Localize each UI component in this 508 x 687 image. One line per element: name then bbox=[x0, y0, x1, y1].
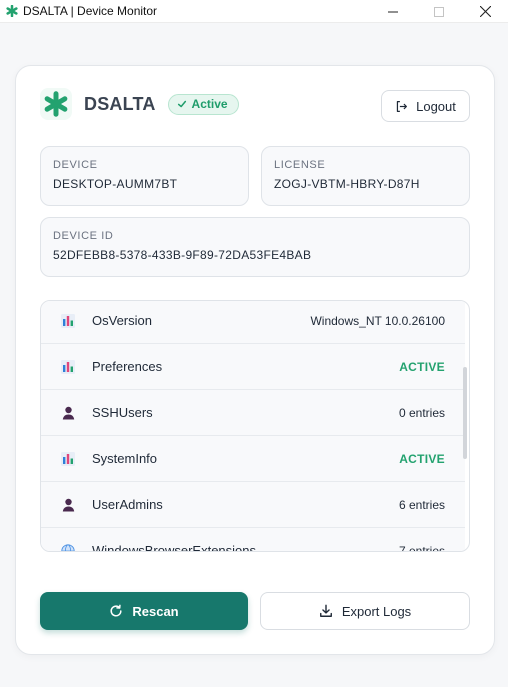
list-item-value: 6 entries bbox=[398, 497, 445, 512]
list-item: WindowsBrowserExtensions 7 entries bbox=[41, 528, 465, 552]
list-item-name: OsVersion bbox=[92, 313, 152, 328]
logout-label: Logout bbox=[416, 98, 456, 114]
list-item-value: 7 entries bbox=[398, 543, 445, 552]
checks-list[interactable]: OsVersion Windows_NT 10.0.26100 Preference… bbox=[40, 300, 470, 552]
list-item: OsVersion Windows_NT 10.0.26100 bbox=[41, 301, 465, 344]
list-item-name: WindowsBrowserExtensions bbox=[92, 543, 257, 552]
bar-chart-icon bbox=[61, 451, 75, 467]
license-value: ZOGJ-VBTM-HBRY-D87H bbox=[274, 177, 420, 191]
device-label: DEVICE bbox=[53, 159, 98, 171]
minimize-button[interactable] bbox=[370, 0, 416, 23]
scrollbar-thumb[interactable] bbox=[463, 367, 467, 459]
list-item-name: Preferences bbox=[92, 359, 163, 374]
list-item: UserAdmins 6 entries bbox=[41, 482, 465, 528]
device-monitor-card: DSALTA Active Logout DEVICE DESKTOP-AUMM… bbox=[15, 65, 495, 655]
list-item: SSHUsers 0 entries bbox=[41, 390, 465, 436]
device-info-box: DEVICE DESKTOP-AUMM7BT bbox=[40, 146, 249, 206]
close-button[interactable] bbox=[462, 0, 508, 23]
list-item-name: SSHUsers bbox=[92, 405, 153, 420]
device-id-box: DEVICE ID 52DFEBB8-5378-433B-9F89-72DA53… bbox=[40, 217, 470, 277]
logout-button[interactable]: Logout bbox=[381, 90, 470, 122]
maximize-button[interactable] bbox=[416, 0, 462, 23]
window-titlebar: DSALTA | Device Monitor bbox=[0, 0, 508, 23]
brand-name: DSALTA bbox=[84, 93, 156, 114]
list-item-name: SystemInfo bbox=[92, 451, 158, 466]
status-badge: Active bbox=[167, 93, 239, 115]
download-icon bbox=[319, 604, 332, 617]
list-item-name: UserAdmins bbox=[92, 497, 163, 512]
window-title: DSALTA | Device Monitor bbox=[23, 4, 158, 18]
app-logo-icon bbox=[1, 5, 23, 17]
list-item-value: ACTIVE bbox=[399, 359, 445, 374]
bar-chart-icon bbox=[61, 359, 75, 375]
list-item: SystemInfo ACTIVE bbox=[41, 436, 465, 482]
rescan-button[interactable]: Rescan bbox=[40, 592, 248, 630]
list-item: Preferences ACTIVE bbox=[41, 344, 465, 390]
refresh-icon bbox=[110, 604, 122, 617]
brand-header: DSALTA Active bbox=[40, 88, 239, 120]
export-logs-label: Export Logs bbox=[341, 603, 412, 619]
rescan-label: Rescan bbox=[132, 603, 179, 619]
check-icon bbox=[177, 100, 186, 108]
list-item-value: ACTIVE bbox=[399, 451, 445, 466]
device-id-value: 52DFEBB8-5378-433B-9F89-72DA53FE4BAB bbox=[53, 248, 312, 262]
list-item-value: Windows_NT 10.0.26100 bbox=[310, 313, 445, 328]
asterisk-icon bbox=[40, 88, 72, 120]
device-value: DESKTOP-AUMM7BT bbox=[53, 177, 178, 191]
device-id-label: DEVICE ID bbox=[53, 230, 114, 242]
user-icon bbox=[61, 497, 75, 513]
user-icon bbox=[61, 405, 75, 421]
status-badge-label: Active bbox=[191, 97, 228, 111]
globe-icon bbox=[61, 543, 75, 551]
logout-icon bbox=[396, 100, 408, 112]
bar-chart-icon bbox=[61, 313, 75, 329]
export-logs-button[interactable]: Export Logs bbox=[260, 592, 470, 630]
license-info-box: LICENSE ZOGJ-VBTM-HBRY-D87H bbox=[261, 146, 470, 206]
license-label: LICENSE bbox=[274, 159, 326, 171]
list-item-value: 0 entries bbox=[398, 405, 445, 420]
